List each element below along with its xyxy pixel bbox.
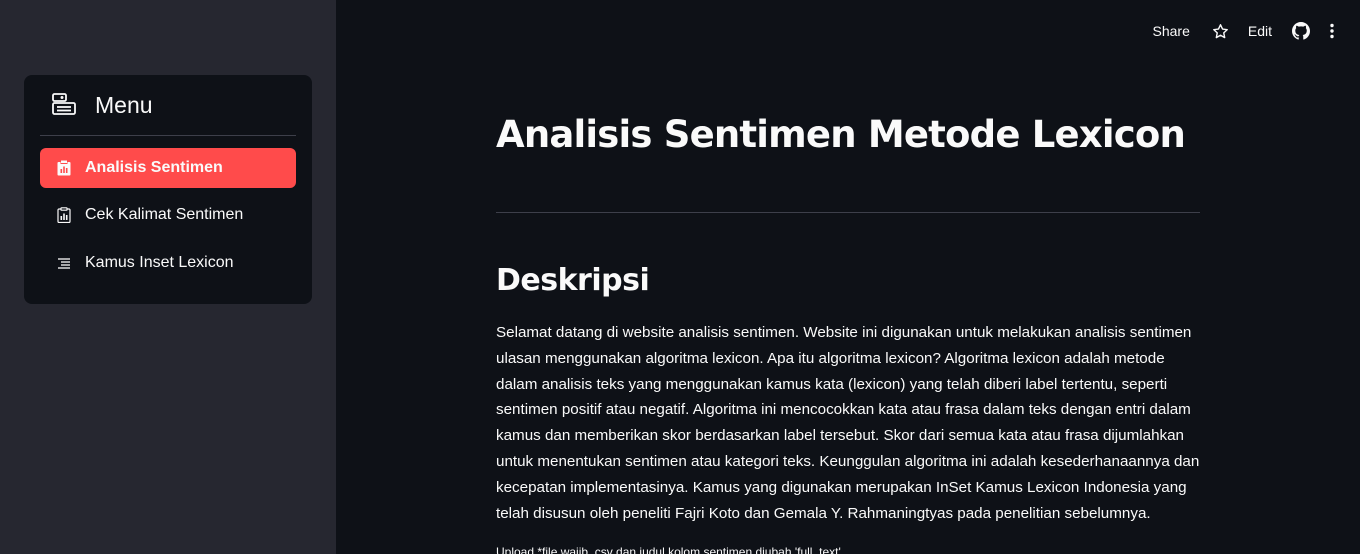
menu-server-icon [51, 92, 77, 118]
menu-header: Menu [40, 75, 296, 136]
sidebar-item-label: Cek Kalimat Sentimen [85, 206, 244, 223]
edit-button[interactable]: Edit [1248, 23, 1272, 39]
sidebar-item-kamus-inset-lexicon[interactable]: Kamus Inset Lexicon [40, 243, 296, 283]
sidebar-item-cek-kalimat-sentimen[interactable]: Cek Kalimat Sentimen [40, 195, 296, 235]
menu-title: Menu [95, 91, 153, 118]
star-icon[interactable] [1212, 23, 1229, 40]
sidebar: Menu Analisis Sentimen Cek Kalimat Senti… [0, 0, 336, 554]
sidebar-item-label: Kamus Inset Lexicon [85, 254, 234, 271]
section-title-deskripsi: Deskripsi [496, 263, 650, 298]
github-icon[interactable] [1292, 22, 1310, 40]
clipboard-data-icon [56, 207, 72, 223]
sidebar-item-analisis-sentimen[interactable]: Analisis Sentimen [40, 148, 296, 188]
upload-note: Upload *file wajib .csv dan judul kolom … [496, 545, 841, 554]
option-menu: Menu Analisis Sentimen Cek Kalimat Senti… [24, 75, 312, 304]
share-button[interactable]: Share [1153, 23, 1190, 39]
description-paragraph: Selamat datang di website analisis senti… [496, 324, 1200, 522]
more-vertical-icon[interactable] [1330, 23, 1334, 39]
page-title: Analisis Sentimen Metode Lexicon [496, 113, 1186, 156]
list-icon [56, 255, 72, 271]
clipboard-data-icon [56, 160, 72, 176]
sidebar-item-label: Analisis Sentimen [85, 159, 223, 176]
top-toolbar: Share Edit [1153, 0, 1360, 62]
divider [496, 212, 1200, 213]
